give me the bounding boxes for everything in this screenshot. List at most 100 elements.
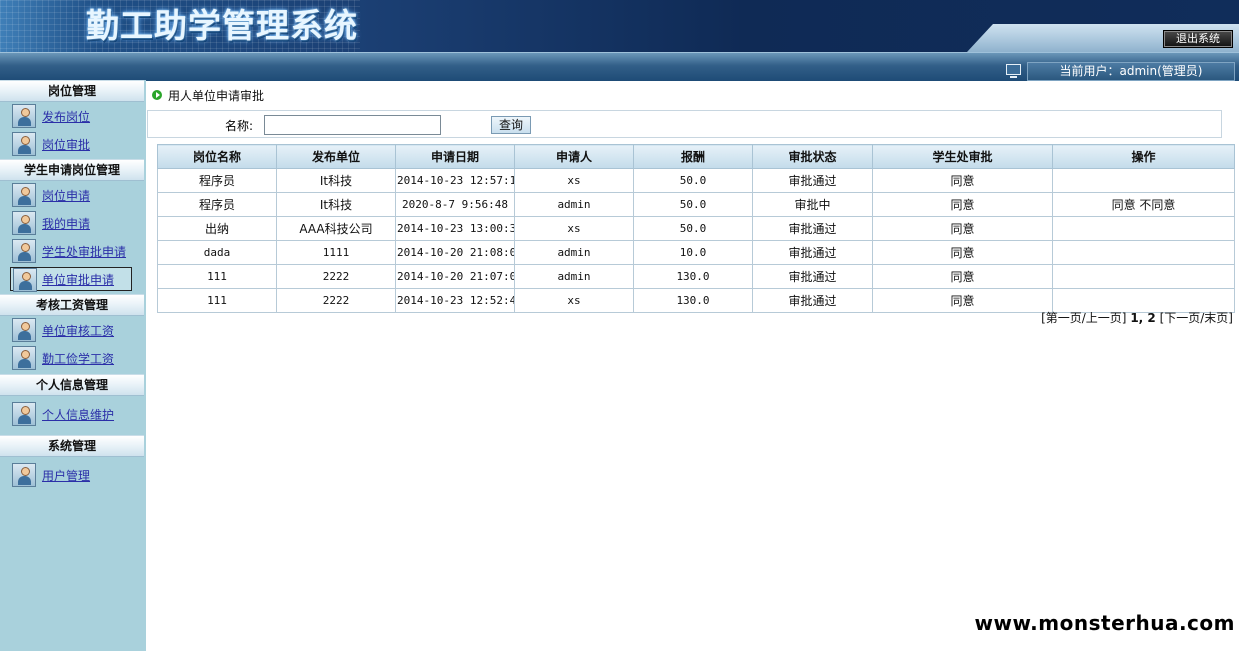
cell-applicant: xs xyxy=(514,168,634,193)
cell-status: 审批通过 xyxy=(752,288,873,313)
table-row: 出纳 AAA科技公司 2014-10-23 13:00:31 xs 50.0 审… xyxy=(157,216,1235,241)
next-last-page-link[interactable]: [下一页/末页] xyxy=(1160,311,1233,325)
user-avatar-icon xyxy=(13,268,37,292)
sidebar-section-personal-info[interactable]: 个人信息管理 xyxy=(0,374,144,396)
cell-date: 2014-10-23 12:52:40 xyxy=(395,288,515,313)
cell-unit: 2222 xyxy=(276,264,396,289)
cell-date: 2020-8-7 9:56:48 xyxy=(395,192,515,217)
cell-job-name: 出纳 xyxy=(157,216,277,241)
cell-job-name: dada xyxy=(157,240,277,265)
cell-pay: 130.0 xyxy=(633,264,753,289)
query-button[interactable]: 查询 xyxy=(491,116,531,134)
cell-applicant: admin xyxy=(514,192,634,217)
sidebar-item-user-management[interactable]: 用户管理 xyxy=(10,463,132,487)
user-avatar-icon xyxy=(12,402,36,426)
cell-unit: 1111 xyxy=(276,240,396,265)
first-prev-page-link[interactable]: [第一页/上一页] xyxy=(1041,311,1126,325)
name-search-input[interactable] xyxy=(264,115,441,135)
page-title: 用人单位申请审批 xyxy=(168,89,265,103)
cell-applicant: xs xyxy=(514,216,634,241)
watermark-text: www.monsterhua.com xyxy=(974,611,1235,635)
sidebar-item-job-approval[interactable]: 岗位审批 xyxy=(10,132,132,156)
page-numbers[interactable]: 1, 2 xyxy=(1130,311,1155,325)
cell-applicant: admin xyxy=(514,264,634,289)
search-panel: 名称: 查询 xyxy=(147,110,1222,138)
sidebar-item-label: 用户管理 xyxy=(42,469,91,483)
cell-actions xyxy=(1052,240,1235,265)
cell-actions xyxy=(1052,264,1235,289)
cell-pay: 50.0 xyxy=(633,192,753,217)
cell-pay: 50.0 xyxy=(633,168,753,193)
cell-date: 2014-10-23 13:00:31 xyxy=(395,216,515,241)
cell-unit: AAA科技公司 xyxy=(276,216,396,241)
cell-unit: 2222 xyxy=(276,288,396,313)
sidebar: 岗位管理 发布岗位 岗位审批 学生申请岗位管理 岗位申请 我的申请 学生处审批申… xyxy=(0,80,146,651)
cell-actions xyxy=(1052,168,1235,193)
cell-status: 审批通过 xyxy=(752,168,873,193)
col-header-applicant: 申请人 xyxy=(514,144,634,169)
col-header-job-name: 岗位名称 xyxy=(157,144,277,169)
sidebar-section-system-management[interactable]: 系统管理 xyxy=(0,435,144,457)
sidebar-section-salary-management[interactable]: 考核工资管理 xyxy=(0,294,144,316)
cell-pay: 50.0 xyxy=(633,216,753,241)
sidebar-item-student-office-approval[interactable]: 学生处审批申请 xyxy=(10,239,132,263)
col-header-pay: 报酬 xyxy=(633,144,753,169)
cell-date: 2014-10-20 21:08:08 xyxy=(395,240,515,265)
sidebar-item-my-application[interactable]: 我的申请 xyxy=(10,211,132,235)
table-row: 程序员 It科技 2020-8-7 9:56:48 admin 50.0 审批中… xyxy=(157,192,1235,217)
cell-job-name: 111 xyxy=(157,264,277,289)
col-header-date: 申请日期 xyxy=(395,144,515,169)
table-row: 程序员 It科技 2014-10-23 12:57:13 xs 50.0 审批通… xyxy=(157,168,1235,193)
sidebar-item-publish-job[interactable]: 发布岗位 xyxy=(10,104,132,128)
sidebar-item-label: 勤工俭学工资 xyxy=(42,352,115,366)
cell-status: 审批通过 xyxy=(752,240,873,265)
cell-applicant: admin xyxy=(514,240,634,265)
user-avatar-icon xyxy=(12,211,36,235)
cell-office-approval: 同意 xyxy=(872,264,1053,289)
sidebar-item-label: 发布岗位 xyxy=(42,110,91,124)
cell-actions xyxy=(1052,216,1235,241)
cell-status: 审批通过 xyxy=(752,216,873,241)
cell-office-approval: 同意 xyxy=(872,216,1053,241)
cell-status: 审批通过 xyxy=(752,264,873,289)
table-row: dada 1111 2014-10-20 21:08:08 admin 10.0… xyxy=(157,240,1235,265)
user-avatar-icon xyxy=(12,132,36,156)
sidebar-item-work-study-salary[interactable]: 勤工俭学工资 xyxy=(10,346,132,370)
table-header-row: 岗位名称 发布单位 申请日期 申请人 报酬 审批状态 学生处审批 操作 xyxy=(157,144,1235,169)
sidebar-section-job-management[interactable]: 岗位管理 xyxy=(0,80,144,102)
cell-pay: 10.0 xyxy=(633,240,753,265)
app-title: 勤工助学管理系统 xyxy=(86,6,358,45)
sidebar-item-personal-info[interactable]: 个人信息维护 xyxy=(10,402,132,426)
cell-job-name: 程序员 xyxy=(157,168,277,193)
sidebar-item-job-application[interactable]: 岗位申请 xyxy=(10,183,132,207)
user-avatar-icon xyxy=(12,104,36,128)
cell-unit: It科技 xyxy=(276,192,396,217)
cell-office-approval: 同意 xyxy=(872,288,1053,313)
sidebar-item-unit-approval[interactable]: 单位审批申请 xyxy=(10,267,132,292)
cell-applicant: xs xyxy=(514,288,634,313)
table-row: 111 2222 2014-10-20 21:07:07 admin 130.0… xyxy=(157,264,1235,289)
monitor-icon xyxy=(1006,64,1021,78)
arrow-right-icon xyxy=(152,90,162,100)
cell-pay: 130.0 xyxy=(633,288,753,313)
cell-job-name: 111 xyxy=(157,288,277,313)
current-user-label: 当前用户：admin(管理员) xyxy=(1027,62,1235,81)
logout-button[interactable]: 退出系统 xyxy=(1163,30,1233,48)
sidebar-section-student-application[interactable]: 学生申请岗位管理 xyxy=(0,159,144,181)
pagination: [第一页/上一页] 1, 2 [下一页/末页] xyxy=(1041,309,1233,326)
sidebar-item-label: 学生处审批申请 xyxy=(42,245,127,259)
app-header: 勤工助学管理系统 退出系统 xyxy=(0,0,1239,52)
cell-job-name: 程序员 xyxy=(157,192,277,217)
cell-status: 审批中 xyxy=(752,192,873,217)
cell-office-approval: 同意 xyxy=(872,168,1053,193)
sidebar-item-label: 岗位审批 xyxy=(42,138,91,152)
user-avatar-icon xyxy=(12,183,36,207)
sidebar-item-unit-salary-review[interactable]: 单位审核工资 xyxy=(10,318,132,342)
approve-reject-links[interactable]: 同意 不同意 xyxy=(1052,192,1235,217)
application-table: 岗位名称 发布单位 申请日期 申请人 报酬 审批状态 学生处审批 操作 程序员 … xyxy=(157,144,1235,313)
search-label: 名称: xyxy=(225,119,254,133)
sidebar-item-label: 岗位申请 xyxy=(42,189,91,203)
col-header-actions: 操作 xyxy=(1052,144,1235,169)
sidebar-item-label: 单位审批申请 xyxy=(42,273,115,287)
col-header-unit: 发布单位 xyxy=(276,144,396,169)
